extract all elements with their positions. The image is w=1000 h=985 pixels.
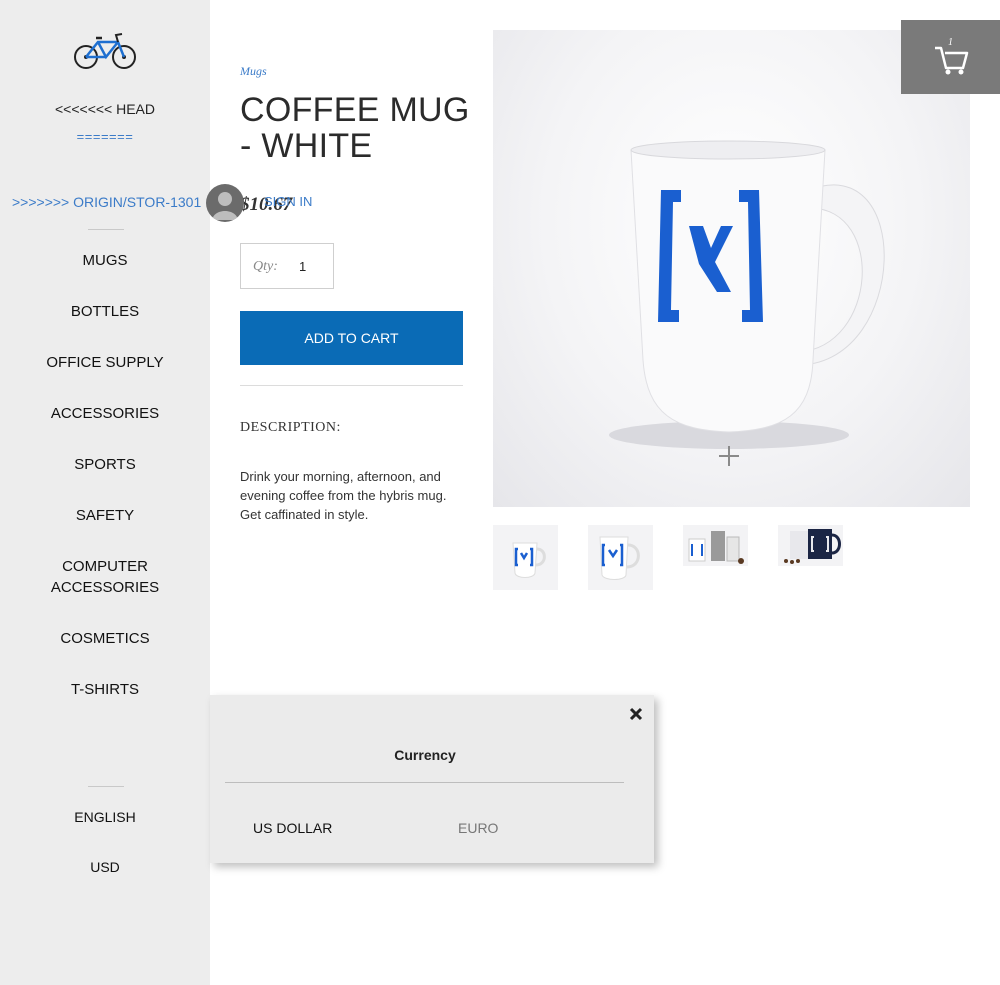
quantity-input[interactable] bbox=[299, 257, 327, 275]
close-icon[interactable] bbox=[628, 706, 644, 722]
product-thumbnail[interactable] bbox=[493, 525, 558, 590]
nav-item-computer-accessories[interactable]: COMPUTER ACCESSORIES bbox=[0, 556, 210, 598]
description-heading: DESCRIPTION: bbox=[240, 420, 341, 435]
currency-selector[interactable]: USD bbox=[0, 857, 210, 878]
nav-item-safety[interactable]: SAFETY bbox=[0, 505, 210, 526]
bicycle-logo-icon[interactable] bbox=[72, 30, 138, 70]
sidebar: <<<<<<< HEAD ======= >>>>>>> ORIGIN/STOR… bbox=[0, 0, 210, 985]
currency-option-us-dollar[interactable]: US DOLLAR bbox=[253, 820, 332, 836]
product-thumbnail[interactable] bbox=[588, 525, 653, 590]
product-thumbnail[interactable] bbox=[778, 525, 843, 566]
product-main-image[interactable] bbox=[493, 30, 970, 507]
product-title: COFFEE MUG - WHITE bbox=[240, 91, 470, 165]
language-selector[interactable]: ENGLISH bbox=[0, 807, 210, 828]
merge-marker-origin[interactable]: >>>>>>> ORIGIN/STOR-1301 bbox=[12, 194, 201, 210]
content-divider bbox=[240, 385, 463, 386]
nav-item-cosmetics[interactable]: COSMETICS bbox=[0, 628, 210, 649]
merge-marker-separator: ======= bbox=[76, 129, 134, 144]
quantity-label: Qty: bbox=[253, 259, 278, 274]
currency-popup-divider bbox=[225, 782, 624, 783]
nav-item-office-supply[interactable]: OFFICE SUPPLY bbox=[0, 352, 210, 373]
description-text: Drink your morning, afternoon, and eveni… bbox=[240, 469, 447, 522]
quantity-field: Qty: bbox=[240, 243, 334, 289]
nav-item-t-shirts[interactable]: T-SHIRTS bbox=[0, 679, 210, 700]
currency-popup-title: Currency bbox=[394, 747, 456, 763]
currency-popup bbox=[210, 695, 654, 863]
currency-option-euro[interactable]: EURO bbox=[458, 820, 498, 836]
nav-item-mugs[interactable]: MUGS bbox=[0, 250, 210, 271]
product-thumbnail[interactable] bbox=[683, 525, 748, 566]
sidebar-divider bbox=[88, 786, 124, 787]
mini-cart-button[interactable] bbox=[901, 20, 1000, 94]
plus-zoom-icon[interactable] bbox=[718, 445, 740, 467]
cart-count-badge: 1 bbox=[948, 37, 953, 48]
cart-icon bbox=[935, 46, 969, 75]
merge-marker-head: <<<<<<< HEAD bbox=[54, 101, 156, 117]
add-to-cart-button[interactable]: ADD TO CART bbox=[240, 311, 463, 365]
nav-item-accessories[interactable]: ACCESSORIES bbox=[0, 403, 210, 424]
breadcrumb-category[interactable]: Mugs bbox=[240, 64, 267, 79]
user-avatar-icon[interactable] bbox=[206, 184, 244, 222]
nav-item-bottles[interactable]: BOTTLES bbox=[0, 301, 210, 322]
sidebar-divider bbox=[88, 229, 124, 230]
nav-item-sports[interactable]: SPORTS bbox=[0, 454, 210, 475]
sign-in-link[interactable]: SIGN IN bbox=[264, 194, 312, 209]
